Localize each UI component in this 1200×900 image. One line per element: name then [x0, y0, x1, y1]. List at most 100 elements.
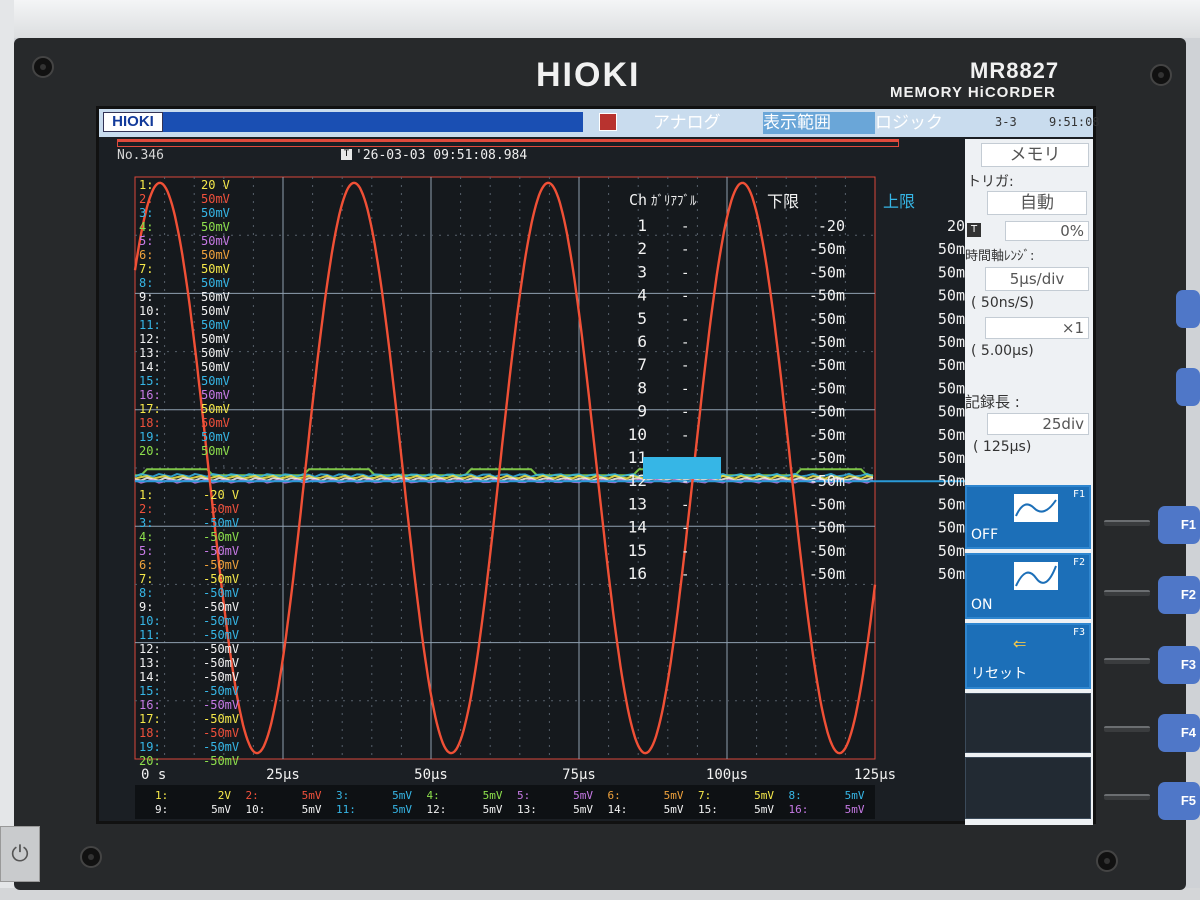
- upper-range-channel: 16:: [139, 388, 161, 402]
- model-subtitle: MEMORY HiCORDER: [890, 84, 1056, 101]
- table-selection-cursor[interactable]: [643, 457, 721, 479]
- upper-range-value: 50mV: [201, 346, 230, 360]
- table-lower-value: -50m: [809, 495, 845, 513]
- lower-range-value: -50mV: [203, 642, 239, 656]
- lower-range-value: -50mV: [203, 712, 239, 726]
- upper-range-value: 50mV: [201, 262, 230, 276]
- f3-reset-button[interactable]: ⇐ F3 リセット: [965, 623, 1091, 689]
- time-per-div: ( 5.00μs): [971, 343, 1034, 359]
- upper-range-value: 50mV: [201, 234, 230, 248]
- table-upper-value: 50m: [938, 263, 965, 281]
- f1-off-button[interactable]: F1 OFF: [965, 485, 1091, 549]
- lower-range-value: -50mV: [203, 544, 239, 558]
- mode-field[interactable]: メモリ: [981, 143, 1089, 167]
- side-key-f3[interactable]: F3: [1158, 646, 1200, 684]
- waveform-area[interactable]: 1: 20 V2: 50mV3: 50mV4: 50mV5: 50mV6: 50mV7: 50…: [99, 109, 1093, 827]
- baseline-trace: [134, 474, 874, 480]
- x-axis-tick: 25μs: [266, 767, 300, 783]
- tab-logic[interactable]: ロジック: [875, 112, 985, 134]
- side-key-f1[interactable]: F1: [1158, 506, 1200, 544]
- scale-channel: 15:: [698, 803, 718, 816]
- bezel-key-f1[interactable]: [1104, 520, 1150, 526]
- lower-range-channel: 1:: [139, 488, 153, 502]
- f2-key-label: F2: [1072, 557, 1085, 568]
- table-upper-value: 50m: [938, 542, 965, 560]
- bezel-key-f4[interactable]: [1104, 726, 1150, 732]
- zoom-field[interactable]: ×1: [985, 317, 1089, 339]
- table-lower-value: -50m: [809, 379, 845, 397]
- table-channel-number: 2: [637, 239, 647, 258]
- baseline-trace: [134, 472, 874, 478]
- table-upper-value: 50m: [938, 240, 965, 258]
- pretrigger-field[interactable]: 0%: [1005, 221, 1089, 241]
- timebase-field[interactable]: 5μs/div: [985, 267, 1089, 291]
- power-button[interactable]: ⏻: [0, 826, 40, 882]
- trigger-icon: T: [341, 149, 352, 160]
- table-channel-number: 14: [628, 518, 647, 537]
- record-position-bar[interactable]: [117, 139, 899, 147]
- instrument-left-panel: [0, 0, 14, 900]
- side-key-f4[interactable]: F4: [1158, 714, 1200, 752]
- trigger-timestamp: '26-03-03 09:51:08.984: [355, 148, 528, 163]
- record-length-field[interactable]: 25div: [987, 413, 1089, 435]
- upper-range-channel: 9:: [139, 290, 153, 304]
- f3-label: リセット: [971, 666, 1027, 682]
- f2-on-button[interactable]: F2 ON: [965, 553, 1091, 619]
- scale-value: 5mV: [392, 789, 412, 802]
- tab-display-range[interactable]: 表示範囲: [763, 112, 875, 134]
- f1-key-label: F1: [1072, 489, 1085, 500]
- record-length-label: 記録長 :: [965, 393, 1020, 411]
- scale-value: 5mV: [845, 789, 865, 802]
- lower-range-value: -50mV: [203, 516, 239, 530]
- scale-value: 5mV: [302, 789, 322, 802]
- table-channel-number: 6: [637, 332, 647, 351]
- upper-range-value: 50mV: [201, 276, 230, 290]
- side-key-top[interactable]: [1176, 290, 1200, 328]
- screen-logo: HIOKI: [103, 112, 163, 132]
- table-variable-flag: -: [681, 219, 689, 235]
- f3-key-label: F3: [1072, 627, 1085, 638]
- trigger-field[interactable]: 自動: [987, 191, 1087, 215]
- bezel-key-f2[interactable]: [1104, 590, 1150, 596]
- lower-range-channel: 15:: [139, 684, 161, 698]
- table-lower-value: -50m: [809, 356, 845, 374]
- lower-range-channel: 18:: [139, 726, 161, 740]
- table-upper-value: 50m: [938, 449, 965, 467]
- upper-range-value: 50mV: [201, 318, 230, 332]
- x-axis-tick: 0 s: [141, 767, 166, 783]
- scale-value: 5mV: [211, 803, 231, 816]
- table-upper-value: 50m: [938, 310, 965, 328]
- lower-range-channel: 5:: [139, 544, 153, 558]
- tab-analog[interactable]: アナログ: [653, 112, 763, 134]
- upper-range-channel: 1:: [139, 178, 153, 192]
- screw-icon: [32, 56, 54, 78]
- upper-range-channel: 7:: [139, 262, 153, 276]
- upper-range-value: 50mV: [201, 332, 230, 346]
- table-variable-flag: -: [681, 265, 689, 281]
- table-lower-value: -50m: [809, 263, 845, 281]
- scale-value: 5mV: [302, 803, 322, 816]
- table-channel-number: 1: [637, 216, 647, 235]
- scale-channel: 11:: [336, 803, 356, 816]
- upper-range-channel: 14:: [139, 360, 161, 374]
- scale-bar: [135, 785, 875, 819]
- scale-value: 5mV: [664, 789, 684, 802]
- table-channel-number: 13: [628, 494, 647, 513]
- table-variable-flag: -: [681, 358, 689, 374]
- bezel-key-f3[interactable]: [1104, 658, 1150, 664]
- table-upper-value: 50m: [938, 495, 965, 513]
- lower-range-value: -50mV: [203, 740, 239, 754]
- side-key-f2[interactable]: F2: [1158, 576, 1200, 614]
- table-upper-value: 50m: [938, 403, 965, 421]
- upper-range-value: 50mV: [201, 402, 230, 416]
- upper-range-value: 50mV: [201, 374, 230, 388]
- ch1-sine-trace[interactable]: [133, 181, 877, 755]
- upper-range-channel: 18:: [139, 416, 161, 430]
- side-key-f5[interactable]: F5: [1158, 782, 1200, 820]
- lower-range-channel: 3:: [139, 516, 153, 530]
- save-icon[interactable]: [599, 113, 617, 131]
- upper-range-channel: 17:: [139, 402, 161, 416]
- table-lower-value: -50m: [809, 565, 845, 583]
- side-key-upper[interactable]: [1176, 368, 1200, 406]
- bezel-key-f5[interactable]: [1104, 794, 1150, 800]
